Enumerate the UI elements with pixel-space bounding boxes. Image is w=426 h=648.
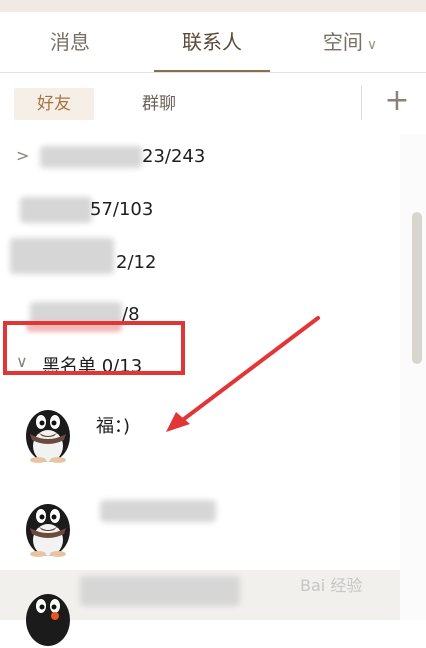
scrollbar-thumb[interactable]: [412, 212, 422, 364]
penguin-avatar-icon: [26, 410, 70, 463]
contact-row[interactable]: [0, 488, 400, 566]
watermark: Bai 经验: [300, 576, 363, 595]
penguin-avatar-icon: [26, 594, 70, 646]
contact-row[interactable]: 福：): [0, 394, 400, 472]
scrollbar[interactable]: [400, 134, 426, 620]
online-status-dot: [51, 612, 59, 620]
penguin-avatar-icon: [26, 504, 70, 557]
blurred-contact-name: [100, 500, 216, 522]
blurred-contact-name: [80, 576, 240, 606]
